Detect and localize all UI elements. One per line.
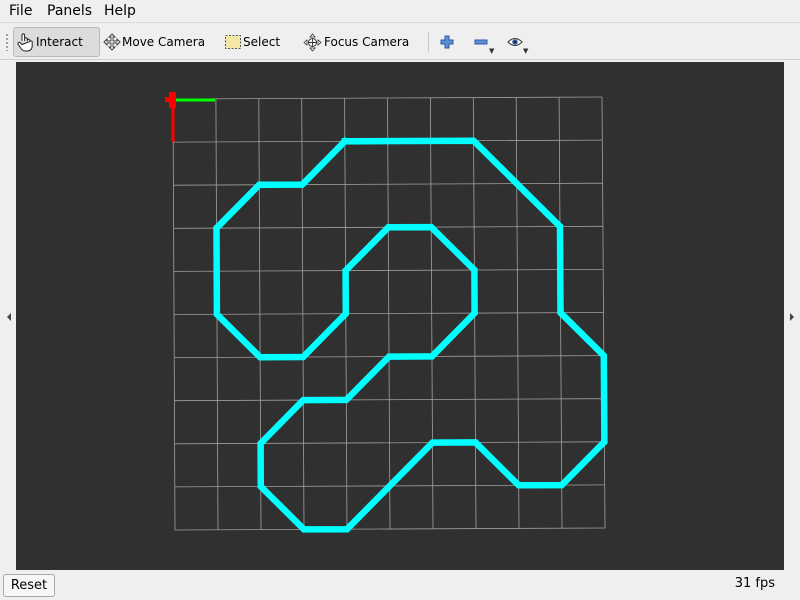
toolbar-separator [428,32,429,52]
tools-toolbar: Interact Move Camera Select Focus Camera… [0,22,800,60]
menu-help[interactable]: Help [104,2,136,20]
move-camera-tool-button[interactable]: Move Camera [103,27,208,57]
select-tool-label: Select [243,35,281,49]
viewport-scene[interactable] [16,62,784,570]
hand-pointer-icon [17,33,33,52]
origin-axes [165,92,215,142]
remove-tool-icon [474,39,488,45]
toolbar-grip-handle[interactable] [5,33,9,51]
view-eye-icon [507,38,523,46]
focus-camera-tool-label: Focus Camera [324,35,410,49]
focus-camera-tool-button[interactable]: Focus Camera [303,27,413,57]
interact-tool-button[interactable]: Interact [13,27,100,57]
focus-camera-icon [303,32,322,52]
menu-file[interactable]: File [9,2,32,20]
ground-grid [172,96,606,531]
collapse-right-panel-arrow-icon[interactable] [788,311,796,323]
add-tool-button[interactable] [434,29,460,55]
interact-tool-label: Interact [36,35,83,49]
collapse-left-panel-arrow-icon[interactable] [5,311,13,323]
move-camera-tool-label: Move Camera [122,35,206,49]
robot-path-line [213,136,608,533]
menu-panels[interactable]: Panels [47,2,92,20]
select-box-icon [225,35,241,49]
select-tool-button[interactable]: Select [224,27,294,57]
render-viewport[interactable] [16,62,784,570]
reset-button[interactable]: Reset [3,574,55,597]
origin-marker [169,92,176,108]
view-dropdown-arrow[interactable]: ▼ [523,47,528,55]
status-bar: Reset 31 fps [0,571,800,600]
move-camera-icon [103,33,121,51]
origin-marker-arm [165,97,169,102]
fps-readout: 31 fps [734,576,775,591]
menu-bar: File Panels Help [0,0,800,22]
remove-tool-dropdown-arrow[interactable]: ▼ [489,47,494,55]
add-tool-icon [440,35,454,49]
